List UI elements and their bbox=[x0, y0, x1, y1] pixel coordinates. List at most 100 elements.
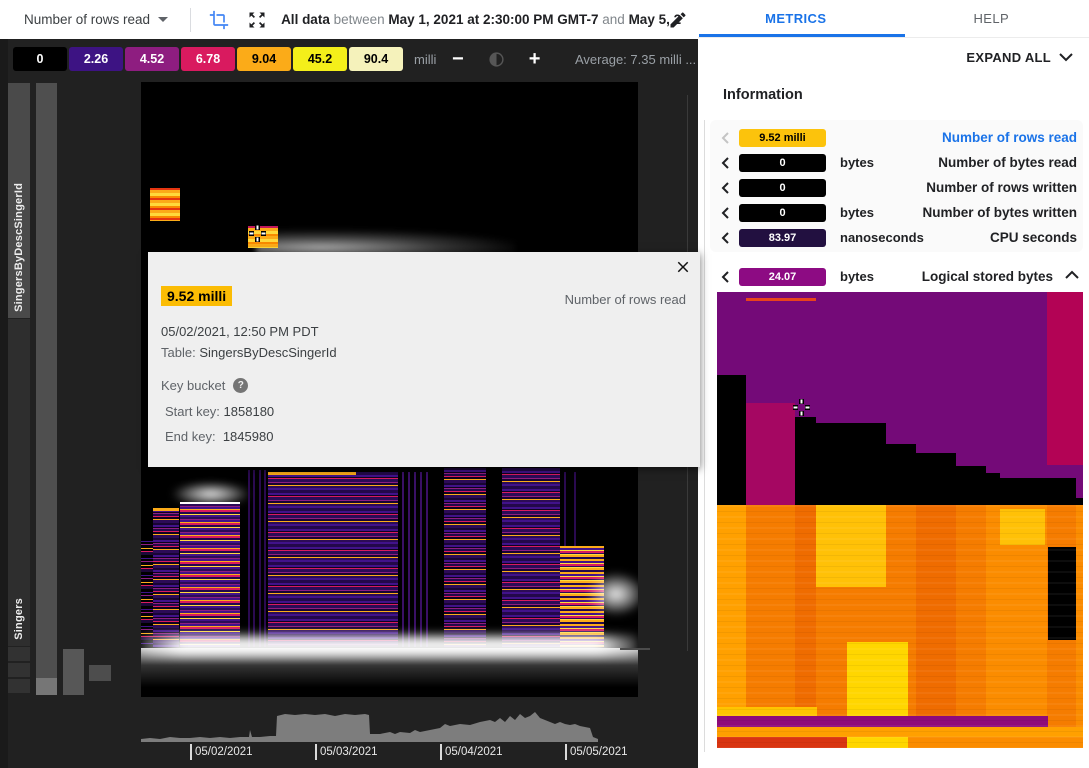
chevron-left-icon[interactable] bbox=[720, 182, 732, 194]
keyspace-cell[interactable] bbox=[8, 679, 30, 693]
panel-scroll-track[interactable] bbox=[704, 120, 705, 752]
metric-label[interactable]: Number of bytes read bbox=[938, 155, 1077, 170]
metric-label[interactable]: Number of rows read bbox=[942, 130, 1077, 145]
tab-metrics[interactable]: METRICS bbox=[698, 0, 894, 37]
timeline-date-label: 05/05/2021 bbox=[570, 746, 628, 758]
chevron-down-icon bbox=[1059, 53, 1073, 62]
table-label: Singers bbox=[13, 598, 25, 640]
metric-unit: nanoseconds bbox=[840, 230, 924, 245]
tooltip-start-key-row: Start key: 1858180 bbox=[165, 404, 274, 419]
metric-label[interactable]: Number of rows written bbox=[926, 180, 1077, 195]
expand-all-button[interactable]: EXPAND ALL bbox=[966, 50, 1073, 65]
keyspace-bar-2[interactable] bbox=[63, 649, 84, 695]
heatmap-layer bbox=[248, 470, 250, 647]
preview-heatmap-region bbox=[886, 444, 916, 505]
preview-heatmap-region bbox=[1047, 292, 1083, 465]
legend-swatch: 4.52 bbox=[125, 47, 179, 71]
contrast-icon[interactable] bbox=[488, 51, 505, 68]
metric-unit: bytes bbox=[840, 205, 874, 220]
heatmap-layer bbox=[402, 472, 404, 647]
metric-unit: bytes bbox=[840, 269, 874, 284]
legend-swatch: 0 bbox=[13, 47, 67, 71]
top-toolbar: Number of rows read All data between May… bbox=[0, 0, 698, 39]
metric-value-badge: 0 bbox=[739, 154, 826, 172]
legend-swatch: 45.2 bbox=[293, 47, 347, 71]
preview-heatmap-region bbox=[717, 375, 746, 505]
tooltip-metric-name: Number of rows read bbox=[565, 292, 686, 307]
horizontal-scroll-mark[interactable] bbox=[620, 648, 650, 650]
timeline-histogram[interactable] bbox=[141, 705, 598, 742]
heatmap-layer bbox=[141, 538, 153, 645]
tooltip-table-row: Table: SingersByDescSingerId bbox=[161, 345, 337, 360]
heatmap-layer bbox=[444, 468, 486, 647]
legend-swatch: 2.26 bbox=[69, 47, 123, 71]
metrics-list: 9.52 milli Number of rows read 0 bytes Numbe… bbox=[710, 120, 1083, 252]
heatmap-layer bbox=[259, 470, 261, 647]
metric-label[interactable]: Number of bytes written bbox=[922, 205, 1077, 220]
heatmap-layer bbox=[141, 648, 638, 697]
metric-row: 24.07 bytes Logical stored bytes bbox=[710, 264, 1083, 289]
table-segment-singers[interactable]: Singers bbox=[8, 319, 30, 646]
edit-range-icon[interactable] bbox=[668, 10, 688, 30]
increase-brightness-button[interactable]: + bbox=[529, 47, 541, 71]
heatmap-layer bbox=[253, 470, 255, 647]
expanded-metric-row: 24.07 bytes Logical stored bytes bbox=[710, 264, 1083, 289]
metric-value-badge: 9.52 milli bbox=[739, 129, 826, 147]
metric-row: 0 Number of rows written bbox=[710, 175, 1083, 200]
tab-help[interactable]: HELP bbox=[894, 0, 1089, 37]
preview-heatmap-region bbox=[746, 298, 816, 301]
chevron-left-icon[interactable] bbox=[720, 271, 732, 283]
legend-swatch: 9.04 bbox=[237, 47, 291, 71]
heatmap-layer bbox=[426, 472, 428, 647]
preview-heatmap-region bbox=[746, 403, 795, 505]
table-segment-singersbydescsingerid[interactable]: SingersByDescSingerId bbox=[8, 83, 30, 318]
chevron-left-icon[interactable] bbox=[720, 157, 732, 169]
metric-select-dropdown[interactable]: Number of rows read bbox=[24, 12, 168, 27]
chevron-up-icon[interactable] bbox=[1065, 270, 1079, 279]
keyspace-cell[interactable] bbox=[8, 663, 30, 677]
metric-value-badge: 0 bbox=[739, 204, 826, 222]
metric-label[interactable]: Logical stored bytes bbox=[922, 269, 1053, 284]
heatmap-layer bbox=[180, 502, 240, 647]
metric-value-badge: 0 bbox=[739, 179, 826, 197]
metric-preview-heatmap[interactable] bbox=[717, 292, 1083, 748]
close-icon[interactable] bbox=[674, 258, 692, 276]
chevron-left-icon[interactable] bbox=[720, 132, 732, 144]
cell-tooltip: 9.52 milli Number of rows read 05/02/202… bbox=[148, 252, 700, 467]
decrease-brightness-button[interactable]: − bbox=[452, 47, 464, 71]
chevron-left-icon[interactable] bbox=[720, 232, 732, 244]
metric-value-badge: 24.07 bbox=[739, 268, 826, 286]
heatmap-layer bbox=[153, 508, 179, 511]
timeline-tick bbox=[315, 744, 317, 760]
average-value-label: Average: 7.35 milli ... bbox=[575, 52, 696, 67]
heatmap-layer bbox=[264, 470, 266, 647]
legend-swatch: 90.4 bbox=[349, 47, 403, 71]
heatmap-layer bbox=[153, 508, 179, 647]
chevron-left-icon[interactable] bbox=[720, 207, 732, 219]
keyspace-cell[interactable] bbox=[8, 647, 30, 661]
preview-heatmap-region bbox=[746, 498, 795, 505]
legend-swatch: 6.78 bbox=[181, 47, 235, 71]
cursor-crosshair bbox=[793, 399, 810, 416]
keyspace-bar-3[interactable] bbox=[89, 665, 111, 681]
heatmap-layer bbox=[420, 472, 422, 647]
metric-label[interactable]: CPU seconds bbox=[990, 230, 1077, 245]
tooltip-key-bucket-row: Key bucket ? bbox=[161, 378, 248, 393]
help-question-icon[interactable]: ? bbox=[233, 378, 248, 393]
timeline-tick bbox=[190, 744, 192, 760]
metric-value-badge: 83.97 bbox=[739, 229, 826, 247]
keyspace-bar-1[interactable] bbox=[36, 83, 57, 678]
metric-row: 0 bytes Number of bytes written bbox=[710, 200, 1083, 225]
preview-heatmap-region bbox=[795, 417, 816, 505]
tooltip-end-key-row: End key: 1845980 bbox=[165, 429, 273, 444]
heatmap-layer bbox=[574, 472, 576, 556]
legend-unit-label: milli bbox=[414, 52, 436, 67]
timeline-date-label: 05/04/2021 bbox=[445, 746, 503, 758]
panel-tab-bar: METRICS HELP bbox=[698, 0, 1089, 38]
color-scale-legend: 02.264.526.789.0445.290.4 bbox=[13, 47, 405, 71]
crop-icon[interactable] bbox=[209, 10, 229, 30]
expand-view-icon[interactable] bbox=[247, 10, 267, 30]
metric-row: 83.97 nanoseconds CPU seconds bbox=[710, 225, 1083, 250]
timeline-date-label: 05/02/2021 bbox=[195, 746, 253, 758]
heatmap-layer bbox=[414, 472, 416, 647]
